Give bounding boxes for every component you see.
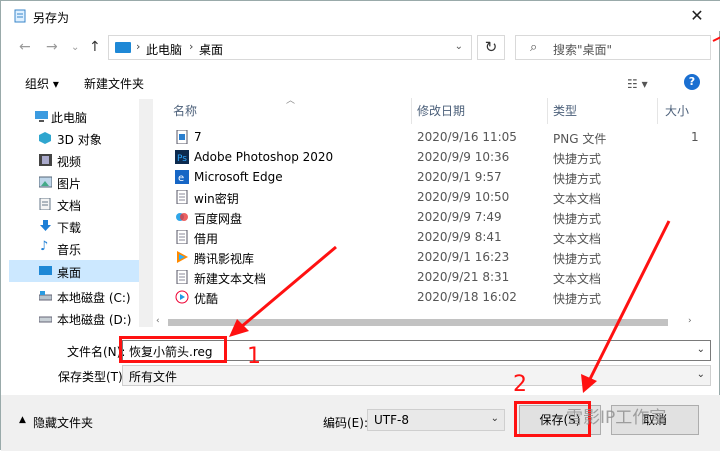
save-as-dialog: 另存为 ✕ ← → ⌄ ↑ › 此电脑 › 桌面 ⌄ ↻ ⌕ 搜索"桌面" 组织… <box>0 0 720 451</box>
step-number-1: 1 <box>247 344 261 369</box>
step-number-2: 2 <box>513 372 527 397</box>
annotation-arrows <box>229 36 720 393</box>
watermark: 雪影IP工作室 <box>566 408 667 428</box>
